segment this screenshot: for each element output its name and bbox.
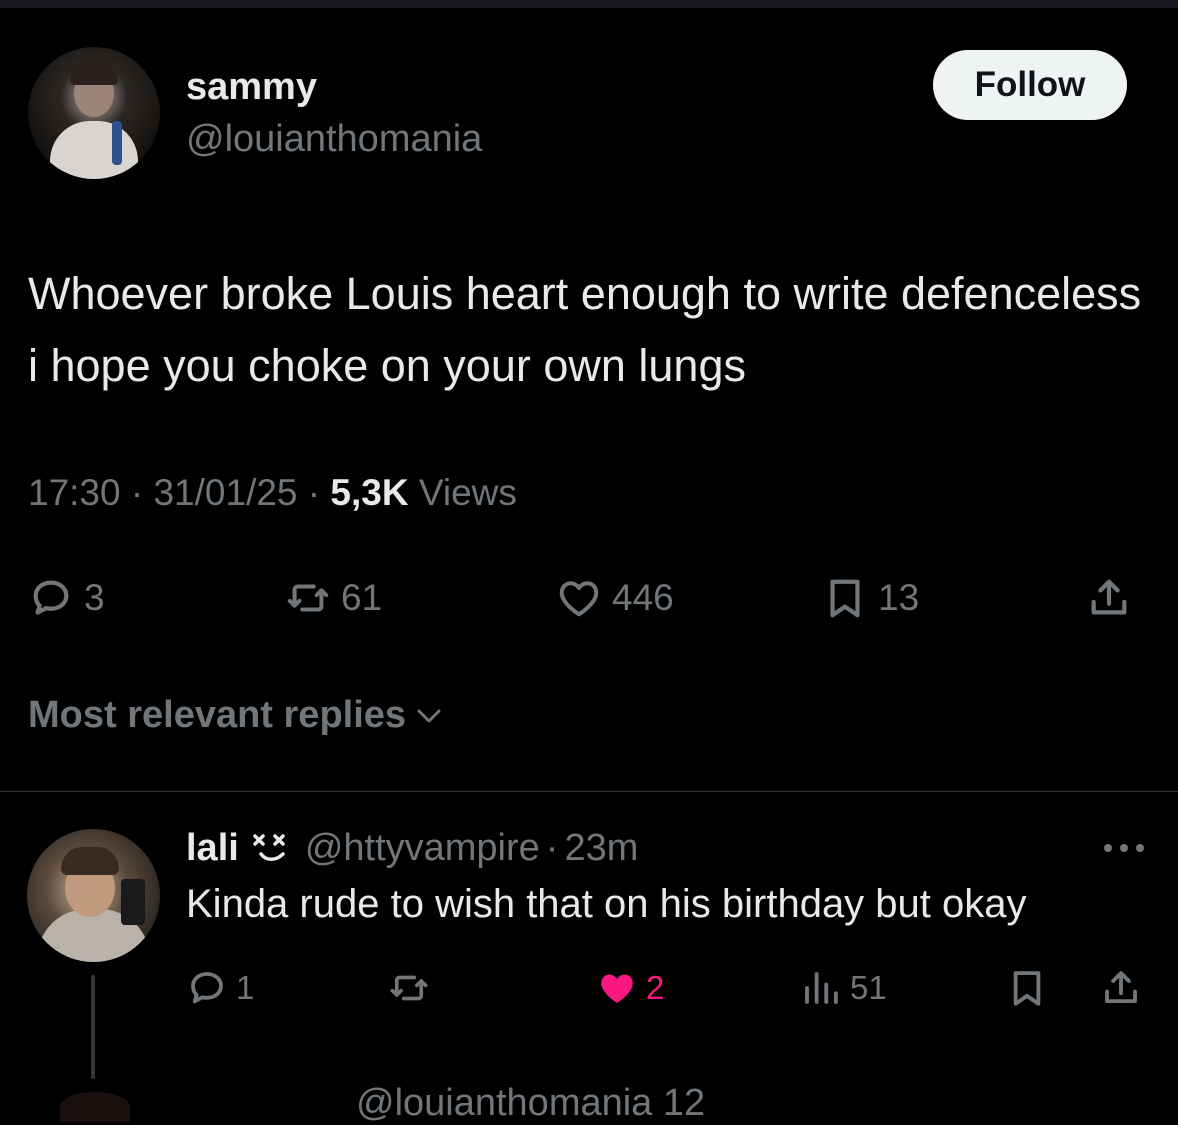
- follow-button[interactable]: Follow: [933, 50, 1127, 120]
- reply-like-button[interactable]: 2: [596, 958, 664, 1018]
- repost-icon: [287, 584, 329, 612]
- comment-icon: [33, 580, 69, 615]
- reply-avatar[interactable]: [27, 829, 160, 962]
- reply-reply-count: 1: [236, 969, 255, 1006]
- reply-like-count: 2: [646, 969, 665, 1006]
- bookmark-icon: [1013, 971, 1041, 1006]
- bookmark-count: 13: [878, 577, 920, 618]
- tweet-meta: 17:30 · 31/01/25 · 5,3K Views: [28, 472, 517, 514]
- reply-repost-button[interactable]: [388, 958, 430, 1018]
- repost-icon: [390, 975, 428, 1001]
- share-icon: [1105, 971, 1137, 1004]
- divider: [0, 791, 1178, 792]
- heart-icon: [559, 581, 599, 617]
- author-avatar[interactable]: [28, 47, 160, 179]
- reply-author-name[interactable]: lali: [186, 827, 239, 870]
- more-icon[interactable]: [1100, 838, 1148, 858]
- share-icon: [1091, 579, 1127, 615]
- reply-button[interactable]: 3: [28, 566, 105, 630]
- meta-separator: ·: [307, 472, 321, 513]
- reply-share-button[interactable]: [1100, 958, 1142, 1018]
- replies-sort-dropdown[interactable]: Most relevant replies: [28, 694, 444, 737]
- author-handle[interactable]: @louianthomania: [186, 118, 482, 161]
- reply-separator: ·: [545, 826, 559, 869]
- reply-time[interactable]: 23m: [564, 827, 638, 870]
- bookmark-button[interactable]: 13: [822, 566, 919, 630]
- repost-count: 61: [341, 577, 383, 618]
- heart-icon: [601, 974, 633, 1003]
- share-button[interactable]: [1086, 566, 1132, 630]
- author-name[interactable]: sammy: [186, 66, 317, 109]
- tweet-time[interactable]: 17:30: [28, 472, 121, 513]
- tweet-text: Whoever broke Louis heart enough to writ…: [28, 268, 1142, 391]
- repost-button[interactable]: 61: [285, 566, 382, 630]
- tweet-actions: 3 61 446 13: [0, 566, 1178, 630]
- meta-separator: ·: [130, 472, 144, 513]
- reply-count: 3: [84, 577, 105, 618]
- views-count: 5,3K: [330, 472, 409, 513]
- chevron-down-icon: [417, 709, 441, 722]
- reply-reply-button[interactable]: 1: [186, 958, 254, 1018]
- reply-actions: 1 2 51: [0, 958, 1178, 1018]
- dizzy-face-emoji-icon: [253, 834, 285, 861]
- comment-icon: [191, 972, 223, 1004]
- replies-sort-label: Most relevant replies: [28, 694, 407, 736]
- like-button[interactable]: 446: [556, 566, 674, 630]
- top-bar: [0, 0, 1178, 8]
- views-label: Views: [418, 472, 517, 513]
- reply-views-count: 51: [850, 969, 887, 1006]
- reply-handle[interactable]: @httyvampire: [305, 827, 540, 870]
- reply-views-button[interactable]: 51: [800, 958, 887, 1018]
- bookmark-icon: [830, 579, 860, 618]
- reply-text: Kinda rude to wish that on his birthday …: [186, 882, 1027, 926]
- bar-chart-icon: [805, 972, 838, 1004]
- tweet-date[interactable]: 31/01/25: [153, 472, 297, 513]
- reply-header: lali @httyvampire · 23m: [186, 826, 638, 870]
- like-count: 446: [612, 577, 674, 618]
- next-reply-avatar[interactable]: [60, 1092, 130, 1122]
- next-reply-partial-text: @louianthomania 12: [356, 1082, 706, 1124]
- reply-bookmark-button[interactable]: [1006, 958, 1048, 1018]
